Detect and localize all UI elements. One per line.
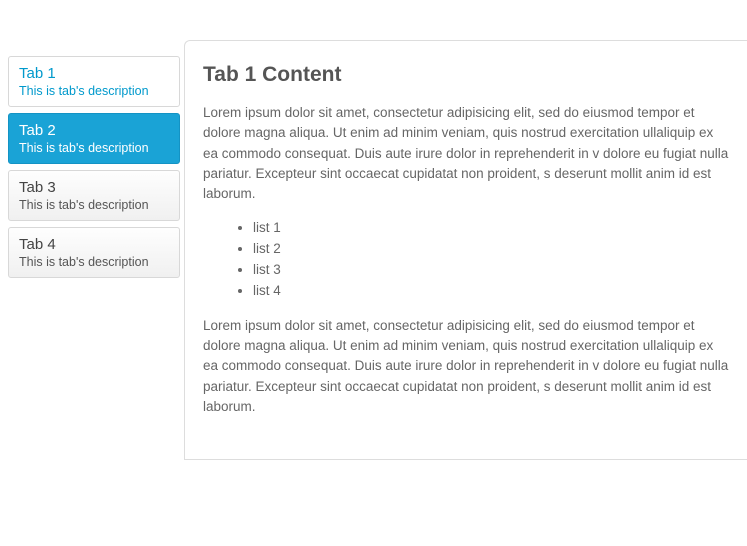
tab-desc: This is tab's description xyxy=(19,141,169,155)
list-item: list 3 xyxy=(253,260,729,281)
tab-desc: This is tab's description xyxy=(19,84,169,98)
list-item: list 4 xyxy=(253,281,729,302)
tab-title: Tab 2 xyxy=(19,122,169,139)
content-paragraph: Lorem ipsum dolor sit amet, consectetur … xyxy=(203,316,729,417)
tab-desc: This is tab's description xyxy=(19,255,169,269)
tab-1[interactable]: Tab 1 This is tab's description xyxy=(8,56,180,107)
content-paragraph: Lorem ipsum dolor sit amet, consectetur … xyxy=(203,103,729,204)
list-item: list 2 xyxy=(253,239,729,260)
content-list: list 1 list 2 list 3 list 4 xyxy=(203,218,729,302)
tab-2[interactable]: Tab 2 This is tab's description xyxy=(8,113,180,164)
tab-desc: This is tab's description xyxy=(19,198,169,212)
tab-3[interactable]: Tab 3 This is tab's description xyxy=(8,170,180,221)
tab-layout: Tab 1 This is tab's description Tab 2 Th… xyxy=(0,0,747,460)
tab-title: Tab 1 xyxy=(19,65,169,82)
tab-title: Tab 3 xyxy=(19,179,169,196)
list-item: list 1 xyxy=(253,218,729,239)
tab-4[interactable]: Tab 4 This is tab's description xyxy=(8,227,180,278)
content-heading: Tab 1 Content xyxy=(203,63,729,87)
tab-content: Tab 1 Content Lorem ipsum dolor sit amet… xyxy=(184,40,747,460)
tab-sidebar: Tab 1 This is tab's description Tab 2 Th… xyxy=(0,40,180,460)
tab-title: Tab 4 xyxy=(19,236,169,253)
